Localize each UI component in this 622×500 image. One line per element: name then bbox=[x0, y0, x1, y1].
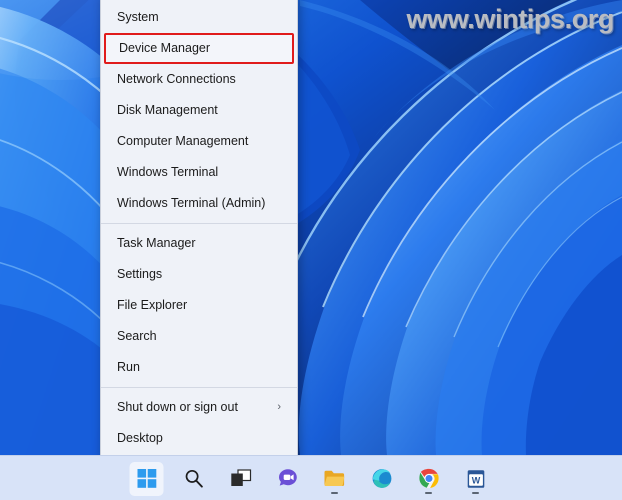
taskbar-task-view-button[interactable] bbox=[224, 462, 258, 496]
menu-item-label: Desktop bbox=[117, 431, 163, 445]
taskbar-chrome-button[interactable] bbox=[412, 462, 446, 496]
win-x-quick-link-menu[interactable]: System Device Manager Network Connections D… bbox=[100, 0, 298, 463]
menu-item-label: Device Manager bbox=[119, 41, 211, 55]
microsoft-edge-icon bbox=[372, 469, 391, 488]
microsoft-word-icon: W bbox=[467, 469, 484, 488]
menu-separator bbox=[101, 223, 297, 224]
site-watermark: www.wintips.org bbox=[406, 4, 615, 34]
running-indicator bbox=[472, 491, 479, 494]
menu-item-task-manager[interactable]: Task Manager bbox=[101, 228, 297, 259]
menu-item-search[interactable]: Search bbox=[101, 321, 297, 352]
menu-item-label: Shut down or sign out bbox=[117, 400, 238, 414]
svg-text:W: W bbox=[471, 475, 480, 485]
windows-start-icon bbox=[137, 469, 156, 488]
menu-item-label: Task Manager bbox=[117, 236, 196, 250]
taskbar-start-button[interactable] bbox=[129, 461, 164, 496]
menu-item-network-connections[interactable]: Network Connections bbox=[101, 64, 297, 95]
desktop-wallpaper[interactable] bbox=[0, 0, 622, 455]
menu-item-computer-management[interactable]: Computer Management bbox=[101, 126, 297, 157]
chevron-right-icon: › bbox=[277, 401, 281, 413]
menu-item-label: Windows Terminal bbox=[117, 165, 219, 179]
chat-icon bbox=[278, 469, 297, 486]
task-view-icon bbox=[230, 469, 251, 486]
taskbar-edge-button[interactable] bbox=[365, 462, 399, 496]
google-chrome-icon bbox=[418, 468, 439, 489]
menu-item-disk-management[interactable]: Disk Management bbox=[101, 95, 297, 126]
menu-item-system[interactable]: System bbox=[101, 2, 297, 33]
running-indicator bbox=[331, 491, 338, 494]
menu-item-label: Network Connections bbox=[117, 72, 236, 86]
taskbar[interactable]: W bbox=[0, 455, 622, 500]
menu-item-label: Computer Management bbox=[117, 134, 249, 148]
taskbar-file-explorer-button[interactable] bbox=[318, 462, 352, 496]
running-indicator bbox=[425, 491, 432, 494]
menu-item-settings[interactable]: Settings bbox=[101, 259, 297, 290]
menu-item-file-explorer[interactable]: File Explorer bbox=[101, 290, 297, 321]
taskbar-icon-group: W bbox=[129, 456, 493, 500]
menu-item-label: Search bbox=[117, 329, 157, 343]
menu-separator bbox=[101, 387, 297, 388]
menu-item-shut-down-or-sign-out[interactable]: Shut down or sign out › bbox=[101, 392, 297, 423]
menu-item-label: Run bbox=[117, 360, 140, 374]
menu-item-windows-terminal[interactable]: Windows Terminal bbox=[101, 157, 297, 188]
menu-item-label: Settings bbox=[117, 267, 163, 281]
menu-item-run[interactable]: Run bbox=[101, 352, 297, 383]
menu-item-device-manager[interactable]: Device Manager bbox=[104, 33, 294, 64]
menu-item-label: System bbox=[117, 10, 159, 24]
file-explorer-icon bbox=[324, 470, 345, 486]
menu-item-label: File Explorer bbox=[117, 298, 188, 312]
menu-item-windows-terminal-admin[interactable]: Windows Terminal (Admin) bbox=[101, 188, 297, 219]
menu-item-label: Disk Management bbox=[117, 103, 218, 117]
taskbar-search-button[interactable] bbox=[177, 462, 211, 496]
menu-item-label: Windows Terminal (Admin) bbox=[117, 196, 266, 210]
taskbar-chat-button[interactable] bbox=[271, 462, 305, 496]
search-icon bbox=[185, 469, 203, 488]
desktop-screen: www.wintips.org System Device Manager Netw… bbox=[0, 0, 622, 500]
wallpaper-bloom-artwork bbox=[0, 0, 622, 455]
menu-item-desktop[interactable]: Desktop bbox=[101, 423, 297, 454]
taskbar-word-button[interactable]: W bbox=[459, 462, 493, 496]
